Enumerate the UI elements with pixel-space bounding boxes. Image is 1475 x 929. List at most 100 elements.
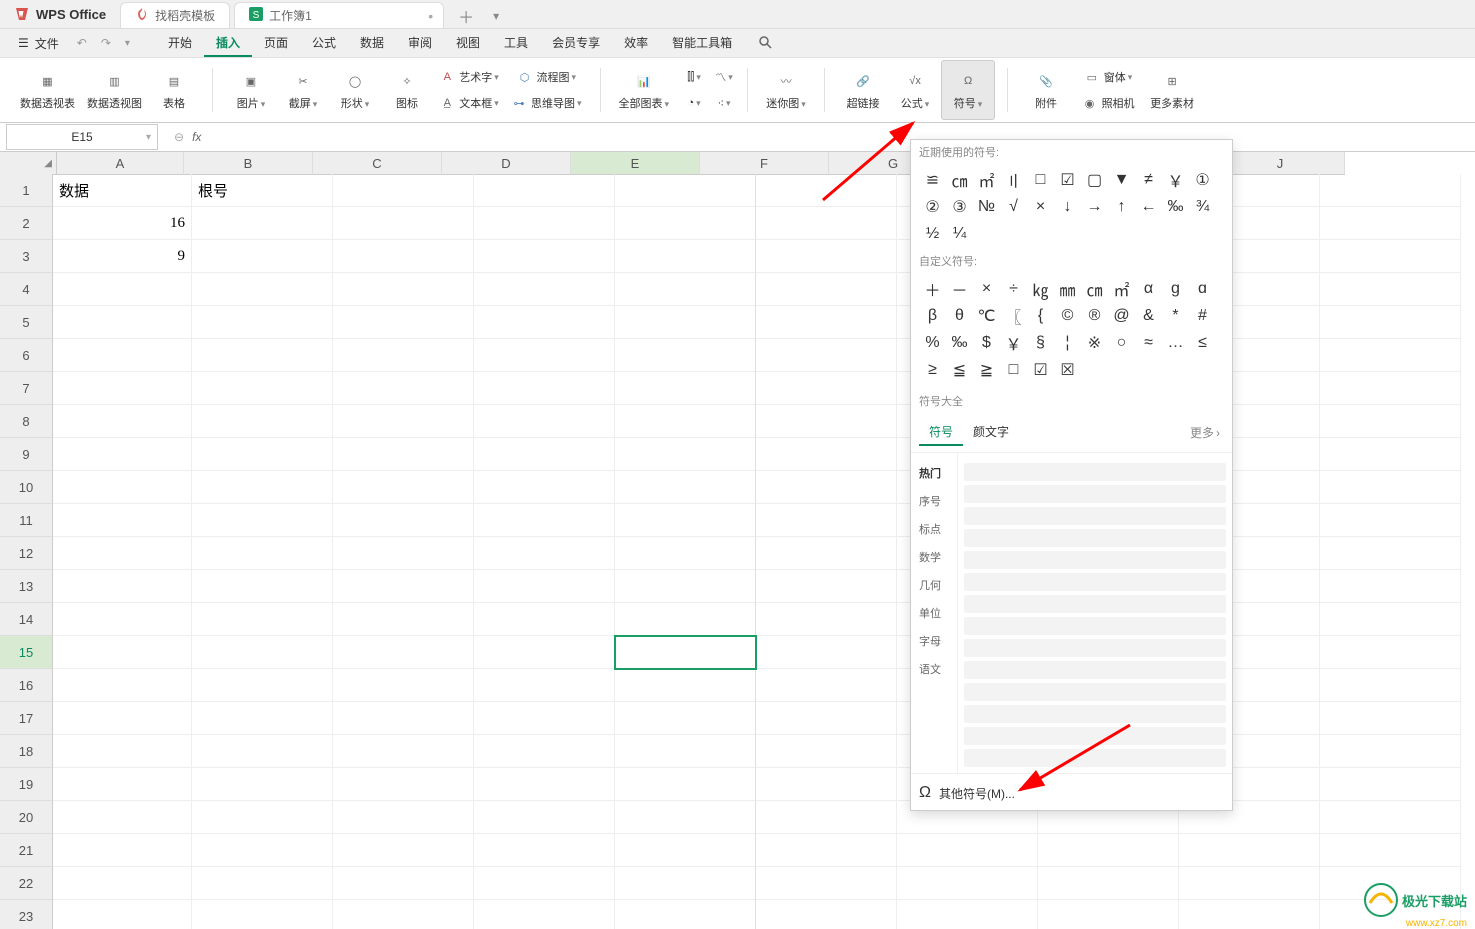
cell-J12[interactable] bbox=[1320, 537, 1461, 570]
menu-视图[interactable]: 视图 bbox=[444, 30, 492, 57]
cell-C11[interactable] bbox=[333, 504, 474, 537]
row-header-2[interactable]: 2 bbox=[0, 207, 53, 240]
row-header-20[interactable]: 20 bbox=[0, 801, 53, 834]
cell-F4[interactable] bbox=[756, 273, 897, 306]
cell-B1[interactable]: 根号 bbox=[192, 174, 333, 207]
cell-F20[interactable] bbox=[756, 801, 897, 834]
cell-F2[interactable] bbox=[756, 207, 897, 240]
cell-E3[interactable] bbox=[615, 240, 756, 273]
symbol-≠[interactable]: ≠ bbox=[1135, 166, 1162, 193]
symbol-☒[interactable]: ☒ bbox=[1054, 356, 1081, 383]
symbol-℃[interactable]: ℃ bbox=[973, 302, 1000, 329]
symbol-β[interactable]: β bbox=[919, 302, 946, 329]
shape-button[interactable]: ◯形状▾ bbox=[329, 61, 381, 119]
cell-J16[interactable] bbox=[1320, 669, 1461, 702]
cell-A17[interactable] bbox=[53, 702, 192, 735]
cell-E15[interactable] bbox=[615, 636, 756, 669]
cell-C9[interactable] bbox=[333, 438, 474, 471]
symbol-①[interactable]: ① bbox=[1189, 166, 1216, 193]
symbol-@[interactable]: @ bbox=[1108, 302, 1135, 329]
row-header-7[interactable]: 7 bbox=[0, 372, 53, 405]
symbol-〢[interactable]: 〢 bbox=[1000, 166, 1027, 193]
symbol-↑[interactable]: ↑ bbox=[1108, 193, 1135, 220]
symbol-cat-标点[interactable]: 标点 bbox=[911, 515, 957, 543]
cell-E10[interactable] bbox=[615, 471, 756, 504]
tab-workbook[interactable]: S 工作簿1 • bbox=[234, 2, 444, 28]
row-header-17[interactable]: 17 bbox=[0, 702, 53, 735]
cell-E7[interactable] bbox=[615, 372, 756, 405]
col-header-C[interactable]: C bbox=[313, 152, 442, 175]
symbol-＋[interactable]: ＋ bbox=[919, 275, 946, 302]
cell-C4[interactable] bbox=[333, 273, 474, 306]
symbol-▢[interactable]: ▢ bbox=[1081, 166, 1108, 193]
cell-J2[interactable] bbox=[1320, 207, 1461, 240]
cell-A10[interactable] bbox=[53, 471, 192, 504]
cell-A7[interactable] bbox=[53, 372, 192, 405]
cell-E6[interactable] bbox=[615, 339, 756, 372]
cell-B16[interactable] bbox=[192, 669, 333, 702]
window-button[interactable]: ▭窗体▾ bbox=[1072, 65, 1144, 89]
col-header-E[interactable]: E bbox=[571, 152, 700, 175]
symbol-cat-字母[interactable]: 字母 bbox=[911, 627, 957, 655]
symbol-≧[interactable]: ≧ bbox=[973, 356, 1000, 383]
tab-template[interactable]: 找稻壳模板 bbox=[120, 2, 230, 28]
cell-E20[interactable] bbox=[615, 801, 756, 834]
cell-F8[interactable] bbox=[756, 405, 897, 438]
chevron-down-icon[interactable]: ▾ bbox=[146, 132, 151, 143]
cell-C13[interactable] bbox=[333, 570, 474, 603]
cell-E16[interactable] bbox=[615, 669, 756, 702]
cell-C14[interactable] bbox=[333, 603, 474, 636]
cell-E11[interactable] bbox=[615, 504, 756, 537]
cell-F19[interactable] bbox=[756, 768, 897, 801]
attachment-button[interactable]: 📎附件 bbox=[1020, 61, 1072, 119]
row-header-1[interactable]: 1 bbox=[0, 174, 53, 207]
cell-J13[interactable] bbox=[1320, 570, 1461, 603]
cell-C15[interactable] bbox=[333, 636, 474, 669]
cell-D9[interactable] bbox=[474, 438, 615, 471]
row-header-18[interactable]: 18 bbox=[0, 735, 53, 768]
cell-C1[interactable] bbox=[333, 174, 474, 207]
menu-开始[interactable]: 开始 bbox=[156, 30, 204, 57]
cell-F12[interactable] bbox=[756, 537, 897, 570]
cell-D5[interactable] bbox=[474, 306, 615, 339]
cell-D18[interactable] bbox=[474, 735, 615, 768]
cell-J1[interactable] bbox=[1320, 174, 1461, 207]
cell-C17[interactable] bbox=[333, 702, 474, 735]
chart-scatter-button[interactable]: ⁖▾ bbox=[705, 91, 743, 115]
col-header-J[interactable]: J bbox=[1216, 152, 1345, 175]
symbol-￥[interactable]: ￥ bbox=[1000, 329, 1027, 356]
cell-C8[interactable] bbox=[333, 405, 474, 438]
cell-D6[interactable] bbox=[474, 339, 615, 372]
symbol-¦[interactable]: ¦ bbox=[1054, 329, 1081, 356]
symbol-button[interactable]: Ω符号▾ bbox=[941, 60, 995, 120]
symbol-‰[interactable]: ‰ bbox=[1162, 193, 1189, 220]
symbol-☑[interactable]: ☑ bbox=[1027, 356, 1054, 383]
symbol-〖[interactable]: 〖 bbox=[1000, 302, 1027, 329]
cell-C10[interactable] bbox=[333, 471, 474, 504]
symbol-□[interactable]: □ bbox=[1000, 356, 1027, 383]
cell-A2[interactable]: 16 bbox=[53, 207, 192, 240]
row-header-9[interactable]: 9 bbox=[0, 438, 53, 471]
row-header-13[interactable]: 13 bbox=[0, 570, 53, 603]
cell-B8[interactable] bbox=[192, 405, 333, 438]
cell-B21[interactable] bbox=[192, 834, 333, 867]
row-header-8[interactable]: 8 bbox=[0, 405, 53, 438]
symbol-㎡[interactable]: ㎡ bbox=[1108, 275, 1135, 302]
tab-more[interactable]: 更多› bbox=[1186, 419, 1224, 446]
symbol-&[interactable]: & bbox=[1135, 302, 1162, 329]
hyperlink-button[interactable]: 🔗超链接 bbox=[837, 61, 889, 119]
cell-F3[interactable] bbox=[756, 240, 897, 273]
symbol-－[interactable]: － bbox=[946, 275, 973, 302]
cell-C22[interactable] bbox=[333, 867, 474, 900]
cell-E22[interactable] bbox=[615, 867, 756, 900]
menu-工具[interactable]: 工具 bbox=[492, 30, 540, 57]
cell-A11[interactable] bbox=[53, 504, 192, 537]
cell-G22[interactable] bbox=[897, 867, 1038, 900]
cell-A18[interactable] bbox=[53, 735, 192, 768]
row-header-19[interactable]: 19 bbox=[0, 768, 53, 801]
cell-A4[interactable] bbox=[53, 273, 192, 306]
cell-D19[interactable] bbox=[474, 768, 615, 801]
symbol-㎝[interactable]: ㎝ bbox=[946, 166, 973, 193]
cell-B3[interactable] bbox=[192, 240, 333, 273]
cell-J10[interactable] bbox=[1320, 471, 1461, 504]
